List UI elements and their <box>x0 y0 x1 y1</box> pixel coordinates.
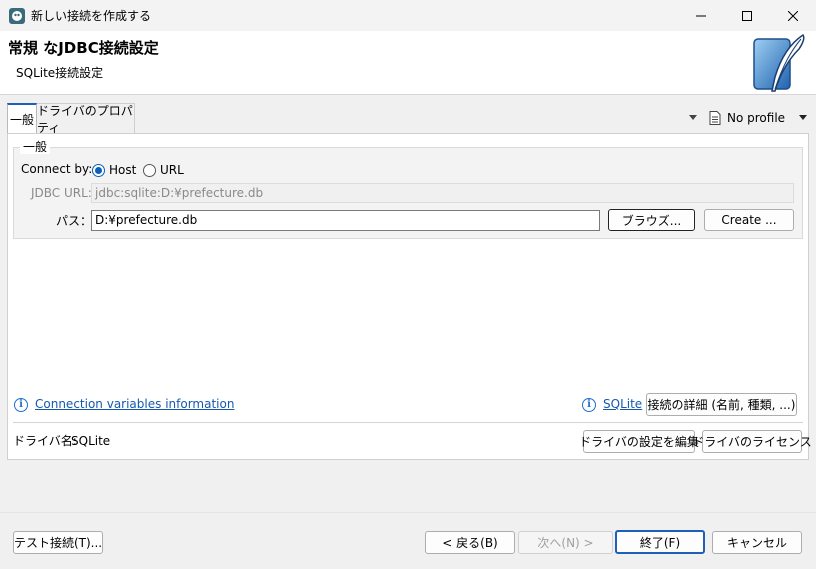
info-icon: i <box>582 398 596 412</box>
divider <box>13 422 803 423</box>
maximize-icon <box>742 10 752 21</box>
browse-button[interactable]: ブラウズ... <box>608 209 695 231</box>
next-button[interactable]: 次へ(N) > <box>518 531 613 554</box>
back-button[interactable]: < 戻る(B) <box>425 531 515 554</box>
driver-name-value: SQLite <box>71 434 111 448</box>
jdbc-url-label: JDBC URL: <box>31 186 92 200</box>
tab-general-label: 一般 <box>9 113 34 127</box>
profile-label: No profile <box>727 111 786 125</box>
wizard-header: 常規 なJDBC接続設定 SQLite接続設定 <box>0 31 816 95</box>
driver-name-label: ドライバ名: <box>13 434 77 448</box>
path-input[interactable]: D:¥prefecture.db <box>91 210 600 231</box>
radio-url[interactable]: URL <box>143 162 184 178</box>
profile-selector[interactable]: No profile <box>689 108 808 128</box>
minimize-icon <box>696 15 706 16</box>
group-legend: 一般 <box>20 140 51 154</box>
minimize-button[interactable] <box>678 0 724 31</box>
radio-url-label: URL <box>160 163 184 177</box>
title-bar: 新しい接続を作成する <box>0 0 816 31</box>
page-title: 常規 なJDBC接続設定 <box>8 39 159 57</box>
create-button[interactable]: Create ... <box>704 209 794 231</box>
info-icon: i <box>14 398 28 412</box>
connection-variables-link[interactable]: Connection variables information <box>35 396 234 412</box>
close-icon <box>788 10 798 21</box>
footer-separator <box>0 512 816 513</box>
cancel-button[interactable]: キャンセル <box>712 531 802 554</box>
finish-button[interactable]: 終了(F) <box>615 530 705 554</box>
window-title: 新しい接続を作成する <box>31 9 152 23</box>
dbeaver-app-icon <box>9 8 25 24</box>
test-connection-button[interactable]: テスト接続(T)... <box>13 531 103 554</box>
tab-driver-properties-label: ドライバのプロパティ <box>37 103 133 135</box>
tab-driver-properties[interactable]: ドライバのプロパティ <box>37 103 135 135</box>
path-label: パス： <box>56 214 93 228</box>
document-icon <box>709 111 721 125</box>
driver-license-button[interactable]: ドライバのライセンス <box>692 430 812 453</box>
menu-dropdown-icon[interactable] <box>689 115 697 121</box>
radio-url-indicator[interactable] <box>143 163 156 177</box>
sqlite-link[interactable]: SQLite <box>603 396 642 412</box>
radio-host-indicator[interactable] <box>92 163 105 177</box>
close-button[interactable] <box>770 0 816 31</box>
edit-driver-settings-button[interactable]: ドライバの設定を編集 <box>579 430 699 453</box>
chevron-down-icon[interactable] <box>799 115 808 121</box>
radio-host-label: Host <box>109 163 137 177</box>
tab-general[interactable]: 一般 <box>7 103 37 134</box>
page-subtitle: SQLite接続設定 <box>16 66 104 80</box>
connect-by-label: Connect by: <box>21 162 93 176</box>
sqlite-logo-icon <box>753 33 805 92</box>
jdbc-url-field: jdbc:sqlite:D:¥prefecture.db <box>91 183 794 203</box>
maximize-button[interactable] <box>724 0 770 31</box>
connection-details-button[interactable]: 接続の詳細 (名前, 種類, ...) <box>646 393 797 416</box>
radio-host[interactable]: Host <box>92 162 136 178</box>
